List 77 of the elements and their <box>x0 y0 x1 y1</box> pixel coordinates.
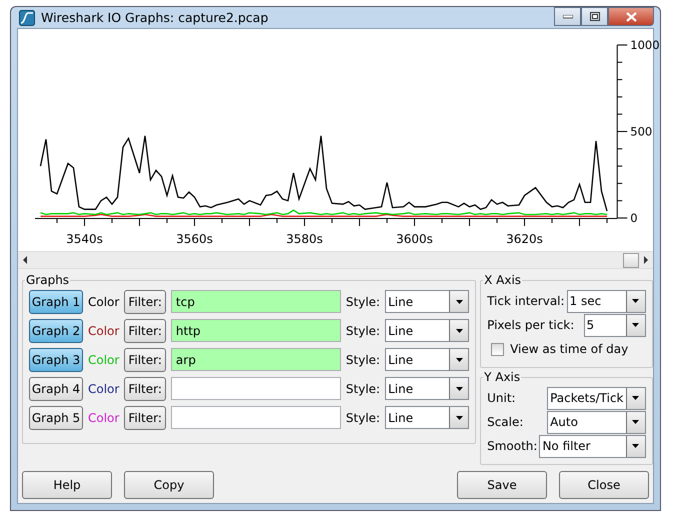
dialog-button[interactable]: Help <box>22 471 112 499</box>
scroll-right-icon <box>643 256 649 264</box>
pixels-per-tick-dropdown[interactable]: 5 <box>584 314 646 336</box>
app-icon <box>19 10 35 26</box>
y-tick-label: 500 <box>630 124 652 138</box>
scale-label: Scale: <box>487 415 524 429</box>
x-tick-label: 3580s <box>286 232 323 246</box>
x-tick-label: 3560s <box>176 232 213 246</box>
filter-button[interactable]: Filter: <box>124 290 166 314</box>
style-label: Style: <box>346 410 380 424</box>
dropdown-arrow-icon <box>456 386 463 390</box>
group-title: X Axis <box>483 273 522 287</box>
style-label: Style: <box>346 382 380 396</box>
filter-field[interactable]: arp <box>170 348 341 371</box>
close-button[interactable] <box>608 7 654 26</box>
style-dropdown[interactable]: Line <box>385 377 470 400</box>
scroll-left-icon <box>22 256 28 264</box>
filter-button[interactable]: Filter: <box>124 376 166 400</box>
style-label: Style: <box>346 352 380 366</box>
y-tick-label: 0 <box>630 211 638 225</box>
dropdown-arrow-icon <box>456 416 463 420</box>
unit-dropdown[interactable]: Packets/Tick <box>547 386 646 410</box>
graph-toggle-button[interactable]: Graph 4 <box>29 376 83 400</box>
filter-button[interactable]: Filter: <box>124 348 166 372</box>
filter-button[interactable]: Filter: <box>124 318 166 342</box>
dropdown-arrow-icon <box>632 396 639 400</box>
minimize-icon <box>562 14 572 18</box>
graph-toggle-button[interactable]: Graph 3 <box>29 348 83 372</box>
color-label[interactable]: Color <box>88 324 120 338</box>
filter-field[interactable] <box>170 406 341 429</box>
close-icon <box>626 12 636 22</box>
color-label[interactable]: Color <box>88 294 120 308</box>
time-of-day-checkbox[interactable]: View as time of day <box>487 337 646 361</box>
filter-field[interactable]: tcp <box>170 290 341 313</box>
scroll-thumb[interactable] <box>623 252 639 268</box>
smooth-label: Smooth: <box>487 439 538 453</box>
dialog-button[interactable]: Save <box>457 471 547 499</box>
style-dropdown[interactable]: Line <box>385 348 470 371</box>
color-label[interactable]: Color <box>88 382 120 396</box>
dropdown-arrow-icon <box>456 358 463 362</box>
unit-label: Unit: <box>487 391 517 405</box>
x-tick-label: 3620s <box>506 232 543 246</box>
style-dropdown[interactable]: Line <box>385 290 470 313</box>
dropdown-arrow-icon <box>632 299 639 303</box>
dialog-button[interactable]: Close <box>559 471 649 499</box>
style-label: Style: <box>346 324 380 338</box>
x-tick-label: 3600s <box>396 232 433 246</box>
group-title: Y Axis <box>483 370 522 384</box>
tick-interval-label: Tick interval: <box>487 294 565 308</box>
color-label[interactable]: Color <box>88 410 120 424</box>
filter-button[interactable]: Filter: <box>124 406 166 430</box>
pixels-per-tick-label: Pixels per tick: <box>487 318 574 332</box>
minimize-button[interactable] <box>554 7 581 26</box>
y-tick-label: 1000 <box>630 38 660 52</box>
dropdown-arrow-icon <box>456 328 463 332</box>
style-dropdown[interactable]: Line <box>385 319 470 342</box>
maximize-icon <box>590 12 600 21</box>
group-title: Graphs <box>25 273 70 287</box>
dropdown-arrow-icon <box>632 323 639 327</box>
style-dropdown[interactable]: Line <box>385 406 470 429</box>
dialog-button[interactable]: Copy <box>124 471 214 499</box>
dropdown-arrow-icon <box>632 444 639 448</box>
filter-field[interactable] <box>170 377 341 400</box>
horizontal-scrollbar[interactable] <box>18 251 653 269</box>
graph-toggle-button[interactable]: Graph 2 <box>29 318 83 342</box>
graph-toggle-button[interactable]: Graph 5 <box>29 406 83 430</box>
smooth-dropdown[interactable]: No filter <box>539 434 646 458</box>
filter-field[interactable]: http <box>170 319 341 342</box>
maximize-button[interactable] <box>581 7 608 26</box>
scale-dropdown[interactable]: Auto <box>547 410 646 434</box>
dropdown-arrow-icon <box>632 420 639 424</box>
x-tick-label: 3540s <box>66 232 103 246</box>
style-label: Style: <box>346 294 380 308</box>
graph-toggle-button[interactable]: Graph 1 <box>29 290 83 314</box>
window-title: Wireshark IO Graphs: capture2.pcap <box>41 10 268 25</box>
tick-interval-dropdown[interactable]: 1 sec <box>566 290 646 312</box>
dropdown-arrow-icon <box>456 300 463 304</box>
